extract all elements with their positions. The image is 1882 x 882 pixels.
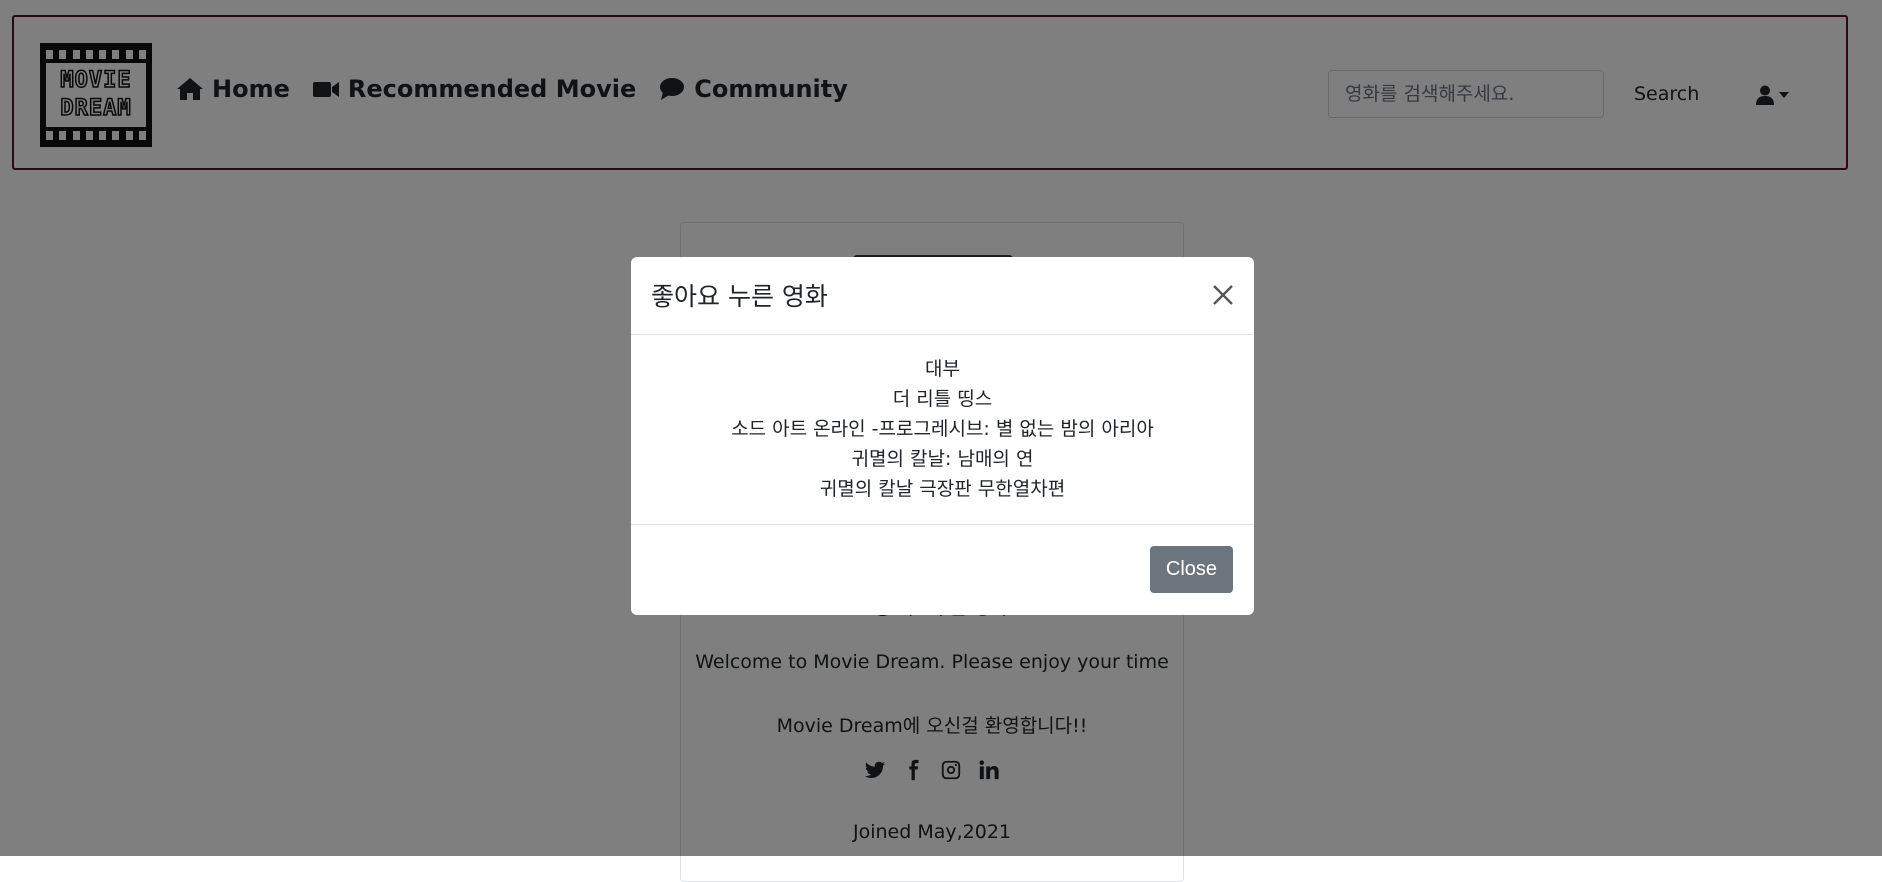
liked-movie-item: 대부 xyxy=(925,358,960,380)
modal-close-button[interactable]: Close xyxy=(1150,546,1233,593)
liked-movie-item: 귀멸의 칼날: 남매의 연 xyxy=(851,448,1034,470)
close-icon xyxy=(1213,284,1233,305)
modal-header: 좋아요 누른 영화 xyxy=(631,257,1254,335)
liked-movie-item: 더 리틀 띵스 xyxy=(892,388,993,410)
liked-movies-modal: 좋아요 누른 영화 대부 더 리틀 띵스 소드 아트 온라인 -프로그레시브: … xyxy=(631,257,1254,615)
modal-body: 대부 더 리틀 띵스 소드 아트 온라인 -프로그레시브: 별 없는 밤의 아리… xyxy=(631,335,1254,525)
liked-movie-item: 소드 아트 온라인 -프로그레시브: 별 없는 밤의 아리아 xyxy=(731,418,1154,440)
modal-footer: Close xyxy=(631,525,1254,613)
modal-close-x-button[interactable] xyxy=(1206,279,1240,313)
liked-movie-item: 귀멸의 칼날 극장판 무한열차편 xyxy=(819,478,1066,500)
modal-title: 좋아요 누른 영화 xyxy=(651,282,828,311)
